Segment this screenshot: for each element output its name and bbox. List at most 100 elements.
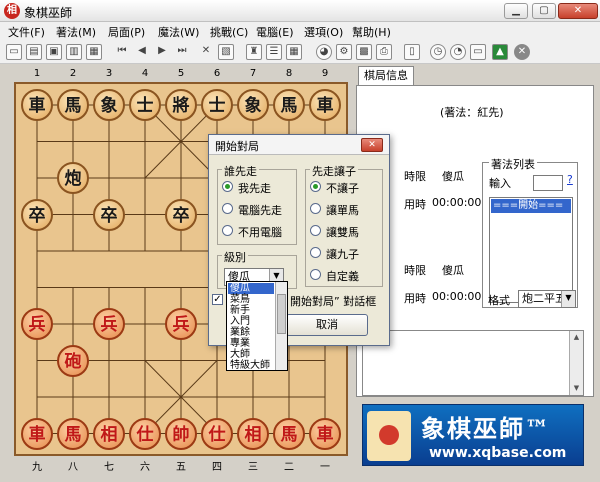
dropdown-item[interactable]: 業餘 [228,327,274,338]
dropdown-item[interactable]: 特級大師 [228,360,274,371]
next-move-icon[interactable]: ▶ [154,44,170,60]
radio-button[interactable] [310,247,321,258]
radio-button[interactable] [222,203,233,214]
menu-position[interactable]: 局面(P) [108,24,145,40]
piece-black[interactable]: 車 [309,89,341,121]
piece-black[interactable]: 士 [201,89,233,121]
piece-red[interactable]: 仕 [201,417,233,450]
move-help-link[interactable]: ? [567,173,573,186]
show-dialog-checkbox[interactable]: ✓ [212,294,223,305]
piece-red[interactable]: 仕 [129,417,161,450]
tree-icon[interactable]: ☰ [266,44,282,60]
dropdown-item[interactable]: 新手 [228,305,274,316]
last-move-icon[interactable]: ⏭ [174,44,190,60]
radio-label: 電腦先走 [238,204,282,217]
help-book-icon[interactable]: ▯ [404,44,420,60]
menu-computer[interactable]: 電腦(E) [256,24,294,40]
save-icon[interactable]: ▣ [46,44,62,60]
tab-game-info[interactable]: 棋局信息 [358,66,414,86]
lower-player-name: 傻瓜 [442,264,464,277]
piece-red[interactable]: 車 [21,417,53,450]
save-as-icon[interactable]: ▦ [86,44,102,60]
banner-title: 象棋巫師™ [421,414,551,443]
scroll-thumb[interactable] [277,294,286,334]
dropdown-item[interactable]: 菜鳥 [228,294,274,305]
piece-red[interactable]: 馬 [57,417,89,450]
radio-button[interactable] [310,225,321,236]
menu-file[interactable]: 文件(F) [8,24,45,40]
move-input-field[interactable] [533,175,563,191]
piece-red[interactable]: 砲 [57,344,89,377]
piece-red[interactable]: 兵 [165,308,197,340]
piece-red[interactable]: 馬 [273,417,305,450]
piece-black[interactable]: 象 [93,89,125,121]
clock-icon[interactable]: ◷ [430,44,446,60]
piece-red[interactable]: 兵 [93,308,125,340]
dropdown-item[interactable]: 專業 [228,338,274,349]
piece-black[interactable]: 車 [21,89,53,121]
radio-button[interactable] [222,225,233,236]
piece-red[interactable]: 帥 [165,417,197,450]
piece-black[interactable]: 將 [165,89,197,121]
dropdown-item[interactable]: 傻瓜 [228,283,274,294]
move-list[interactable]: ===開始=== [489,197,573,303]
chart-icon[interactable]: ▲ [492,44,508,60]
piece-red[interactable]: 車 [309,417,341,450]
piece-black[interactable]: 炮 [57,162,89,194]
brand-banner[interactable]: 象棋巫師™ www.xqbase.com [362,404,584,466]
first-move-icon[interactable]: ⏮ [114,44,130,60]
dialog-close-button[interactable]: ✕ [361,138,383,152]
radio-button[interactable] [222,181,233,192]
piece-black[interactable]: 馬 [57,89,89,121]
settings-icon[interactable]: ⚙ [336,44,352,60]
grid-icon[interactable]: ▦ [286,44,302,60]
prev-move-icon[interactable]: ◀ [134,44,150,60]
scroll-up-icon[interactable]: ▲ [570,331,583,344]
timer-icon[interactable]: ◔ [450,44,466,60]
piece-black[interactable]: 馬 [273,89,305,121]
piece-red[interactable]: 兵 [21,308,53,340]
delete-icon[interactable]: ✕ [198,44,214,60]
piece-black[interactable]: 象 [237,89,269,121]
stop-icon[interactable]: ✕ [514,44,530,60]
dropdown-item[interactable]: 入門 [228,316,274,327]
close-button[interactable]: ✕ [558,3,598,19]
menu-options[interactable]: 選項(O) [304,24,343,40]
pieces-icon[interactable]: ♜ [246,44,262,60]
file-labels-bottom: 九八七六五四三二一 [14,458,348,473]
menu-challenge[interactable]: 挑戰(C) [210,24,248,40]
monitor-icon[interactable]: ▭ [470,44,486,60]
piece-red[interactable]: 相 [93,417,125,450]
list-item[interactable]: ===開始=== [491,199,571,213]
format-select[interactable]: 炮二平五 ▼ [518,290,576,308]
minimize-button[interactable]: ▁ [504,3,528,19]
piece-black[interactable]: 卒 [21,198,53,231]
piece-black[interactable]: 卒 [93,198,125,231]
scroll-down-icon[interactable]: ▼ [570,382,583,395]
color-icon[interactable]: ◕ [316,44,332,60]
paste-icon[interactable]: ▧ [218,44,234,60]
dropdown-item[interactable]: 大師 [228,349,274,360]
comment-box[interactable]: ▲ ▼ [362,330,584,396]
new-icon[interactable]: ▭ [6,44,22,60]
chevron-down-icon[interactable]: ▼ [561,291,575,307]
book-icon[interactable]: ▥ [66,44,82,60]
maximize-button[interactable]: ▢ [532,3,556,19]
piece-red[interactable]: 相 [237,417,269,450]
open-icon[interactable]: ▤ [26,44,42,60]
export-icon[interactable]: ▩ [356,44,372,60]
print-icon[interactable]: ⎙ [376,44,392,60]
menu-magic[interactable]: 魔法(W) [158,24,199,40]
menu-bar: 文件(F) 著法(M) 局面(P) 魔法(W) 挑戰(C) 電腦(E) 選項(O… [0,22,600,40]
piece-black[interactable]: 卒 [165,198,197,231]
radio-button[interactable] [310,181,321,192]
level-dropdown-list[interactable]: 傻瓜 菜鳥 新手 入門 業餘 專業 大師 特級大師 [226,281,288,371]
radio-button[interactable] [310,203,321,214]
menu-help[interactable]: 幫助(H) [352,24,391,40]
radio-button[interactable] [310,269,321,280]
menu-moves[interactable]: 著法(M) [56,24,96,40]
cancel-button[interactable]: 取消 [286,314,368,336]
comment-scrollbar[interactable]: ▲ ▼ [569,331,583,395]
dropdown-scrollbar[interactable] [275,282,287,370]
piece-black[interactable]: 士 [129,89,161,121]
